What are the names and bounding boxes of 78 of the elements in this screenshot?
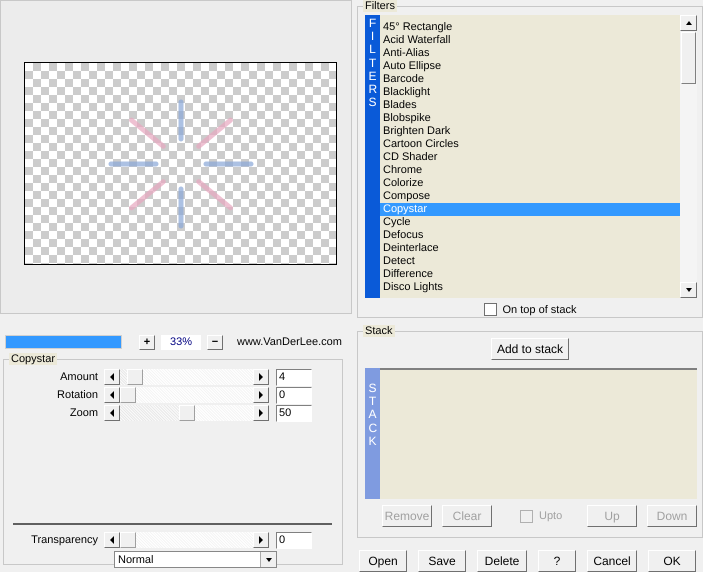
dialog-button[interactable]: ? — [538, 550, 576, 572]
slider-label: Rotation — [56, 389, 99, 401]
filter-item[interactable]: Difference — [380, 268, 680, 281]
right-arrow-icon — [258, 391, 264, 399]
side-label: FILTERS — [368, 17, 376, 112]
dialog-button[interactable]: Cancel — [587, 550, 637, 572]
value-field[interactable]: 0 — [276, 532, 312, 548]
slider[interactable] — [104, 405, 269, 421]
scroll-right-button[interactable] — [253, 387, 269, 403]
slider-label: Amount — [59, 371, 99, 383]
slider-thumb[interactable] — [120, 387, 136, 403]
dialog-button[interactable]: Delete — [477, 550, 527, 572]
filter-item[interactable]: Disco Lights — [380, 281, 680, 294]
left-arrow-icon — [109, 373, 115, 381]
scroll-thumb[interactable] — [681, 32, 696, 84]
slider-label: Transparency — [30, 534, 99, 546]
filter-item[interactable]: Brighten Dark — [380, 125, 680, 138]
slider-label: Zoom — [68, 407, 99, 419]
blend-mode-dropdown[interactable]: Normal — [114, 551, 277, 568]
zoom-in-button[interactable]: + — [139, 334, 155, 350]
filter-item[interactable]: Deinterlace — [380, 242, 680, 255]
filter-item[interactable]: Anti-Alias — [380, 47, 680, 60]
scrollbar[interactable] — [680, 15, 697, 298]
scroll-up-button[interactable] — [680, 15, 697, 31]
dialog-button[interactable]: Save — [418, 550, 466, 572]
filter-item[interactable]: Chrome — [380, 164, 680, 177]
side-label: STACK — [368, 382, 376, 450]
value-field[interactable]: 4 — [276, 368, 312, 386]
filter-item[interactable]: Blobspike — [380, 112, 680, 125]
slider-thumb[interactable] — [127, 369, 144, 385]
value-field[interactable]: 0 — [276, 386, 312, 404]
on-top-checkbox[interactable]: On top of stack — [484, 303, 576, 316]
dialog-button[interactable]: OK — [648, 550, 696, 572]
add-to-stack-button[interactable]: Add to stack — [491, 338, 569, 360]
filter-item[interactable]: Blades — [380, 99, 680, 112]
filter-item[interactable]: Defocus — [380, 229, 680, 242]
slider-thumb[interactable] — [120, 532, 136, 548]
filter-item[interactable]: Colorize — [380, 177, 680, 190]
scroll-right-button[interactable] — [253, 405, 269, 421]
zoom-out-button[interactable]: − — [207, 334, 223, 350]
value-field[interactable]: 50 — [276, 404, 312, 422]
caret-icon — [266, 556, 272, 564]
scroll-down-button[interactable] — [680, 282, 697, 298]
down-arrow-icon — [686, 286, 692, 294]
scroll-left-button[interactable] — [104, 532, 120, 548]
scroll-left-button[interactable] — [104, 369, 120, 385]
filter-item[interactable]: Cartoon Circles — [380, 138, 680, 151]
slider[interactable] — [104, 532, 269, 548]
group-title: Filters — [363, 0, 397, 12]
left-arrow-icon — [109, 409, 115, 417]
website-link[interactable]: www.VanDerLee.com — [237, 336, 342, 348]
group-title: Copystar — [9, 353, 58, 365]
filter-item[interactable]: 45° Rectangle — [380, 21, 680, 34]
left-arrow-icon — [109, 391, 115, 399]
dialog-button[interactable]: Open — [359, 550, 407, 572]
scroll-left-button[interactable] — [104, 387, 120, 403]
filter-item[interactable]: Barcode — [380, 73, 680, 86]
filter-item[interactable]: CD Shader — [380, 151, 680, 164]
right-arrow-icon — [258, 536, 264, 544]
slider[interactable] — [104, 369, 269, 385]
up-arrow-icon — [686, 19, 692, 27]
right-arrow-icon — [258, 409, 264, 417]
slider-thumb[interactable] — [178, 405, 194, 421]
scroll-left-button[interactable] — [104, 405, 120, 421]
filter-item[interactable]: Acid Waterfall — [380, 34, 680, 47]
filter-item[interactable]: Cycle — [380, 216, 680, 229]
right-arrow-icon — [258, 373, 264, 381]
filter-item[interactable]: Compose — [380, 190, 680, 203]
checkbox[interactable] — [484, 303, 496, 316]
filter-item[interactable]: Auto Ellipse — [380, 60, 680, 73]
group-title: Stack — [363, 325, 395, 337]
filter-item[interactable]: Blacklight — [380, 86, 680, 99]
zoom-value: 33% — [161, 334, 201, 350]
filter-item[interactable]: Detect — [380, 255, 680, 268]
scroll-right-button[interactable] — [253, 532, 269, 548]
slider[interactable] — [104, 387, 269, 403]
scroll-right-button[interactable] — [253, 369, 269, 385]
left-arrow-icon — [109, 536, 115, 544]
